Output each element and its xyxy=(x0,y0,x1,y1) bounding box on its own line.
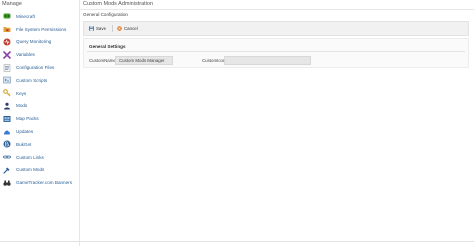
sidebar-item-label: Map Packs xyxy=(16,116,39,122)
sidebar: Manage Minecraft File System Permissions… xyxy=(0,0,80,246)
sidebar-item-label: Configuration Files xyxy=(16,65,55,71)
main-content: Custom Mods Administration General Confi… xyxy=(80,0,474,246)
custom-name-input[interactable] xyxy=(115,55,173,65)
sidebar-item-custom-scripts[interactable]: Custom Scripts xyxy=(0,74,80,87)
sidebar-item-label: Custom Links xyxy=(16,154,44,160)
custom-icon-label: CustomIcon xyxy=(202,58,226,63)
sidebar-item-custom-mods[interactable]: Custom Mods xyxy=(0,164,80,177)
general-settings-title: General Settings xyxy=(89,44,126,49)
sidebar-item-custom-links[interactable]: Custom Links xyxy=(0,151,80,164)
query-monitoring-icon xyxy=(3,38,11,46)
mods-icon xyxy=(3,102,11,110)
sidebar-item-label: GameTracker.com Banners xyxy=(16,180,72,186)
sidebar-item-bukget[interactable]: BukGet xyxy=(0,138,80,151)
custom-mods-icon xyxy=(3,166,11,174)
bukget-icon xyxy=(3,140,11,148)
sidebar-item-label: Updates xyxy=(16,129,34,135)
cancel-button[interactable]: Cancel xyxy=(114,24,141,33)
link-icon xyxy=(3,153,11,161)
sidebar-item-map-packs[interactable]: Map Packs xyxy=(0,112,80,125)
header-divider xyxy=(80,9,474,10)
sidebar-item-mods[interactable]: Mods xyxy=(0,100,80,113)
sidebar-item-gametracker-banners[interactable]: GameTracker.com Banners xyxy=(0,176,80,189)
sidebar-item-variables[interactable]: Variables xyxy=(0,48,80,61)
cloud-icon xyxy=(3,128,11,136)
sidebar-item-minecraft[interactable]: Minecraft xyxy=(0,10,80,23)
save-label: Save xyxy=(96,26,107,31)
sidebar-item-label: BukGet xyxy=(16,141,32,147)
minecraft-icon xyxy=(3,12,11,20)
general-settings-panel: General Settings CustomName CustomIcon xyxy=(83,38,469,68)
sidebar-item-label: Minecraft xyxy=(16,13,35,19)
sidebar-item-label: Query Monitoring xyxy=(16,39,52,45)
sidebar-item-label: File System Permissions xyxy=(16,26,67,32)
sidebar-item-updates[interactable]: Updates xyxy=(0,125,80,138)
sidebar-item-label: Custom Mods xyxy=(16,167,45,173)
folder-icon xyxy=(3,25,11,33)
sidebar-item-query-monitoring[interactable]: Query Monitoring xyxy=(0,36,80,49)
sidebar-title: Manage xyxy=(2,1,22,7)
toolbar: Save Cancel xyxy=(83,21,469,36)
custom-icon-input[interactable] xyxy=(224,55,311,65)
cancel-icon xyxy=(117,26,122,31)
sidebar-item-label: Keys xyxy=(16,90,27,96)
map-packs-icon xyxy=(3,115,11,123)
sidebar-item-file-system-permissions[interactable]: File System Permissions xyxy=(0,23,80,36)
binoculars-icon xyxy=(3,179,11,187)
custom-scripts-icon xyxy=(3,76,11,84)
sidebar-nav: Minecraft File System Permissions Query … xyxy=(0,10,80,189)
cancel-label: Cancel xyxy=(124,26,138,31)
variables-icon xyxy=(3,50,11,59)
page-title: Custom Mods Administration xyxy=(83,1,153,7)
sidebar-item-configuration-files[interactable]: Configuration Files xyxy=(0,61,80,74)
breadcrumb: General Configuration xyxy=(83,12,128,17)
save-icon xyxy=(89,26,94,31)
sidebar-item-label: Mods xyxy=(16,103,28,109)
toolbar-separator xyxy=(112,25,114,32)
configuration-files-icon xyxy=(3,63,11,72)
custom-name-label: CustomName xyxy=(89,58,116,63)
panel-divider xyxy=(87,51,465,52)
sidebar-item-label: Variables xyxy=(16,52,35,58)
sidebar-item-keys[interactable]: Keys xyxy=(0,87,80,100)
save-button[interactable]: Save xyxy=(86,24,109,33)
sidebar-item-label: Custom Scripts xyxy=(16,77,48,83)
key-icon xyxy=(3,89,11,97)
bottom-divider xyxy=(0,241,474,242)
